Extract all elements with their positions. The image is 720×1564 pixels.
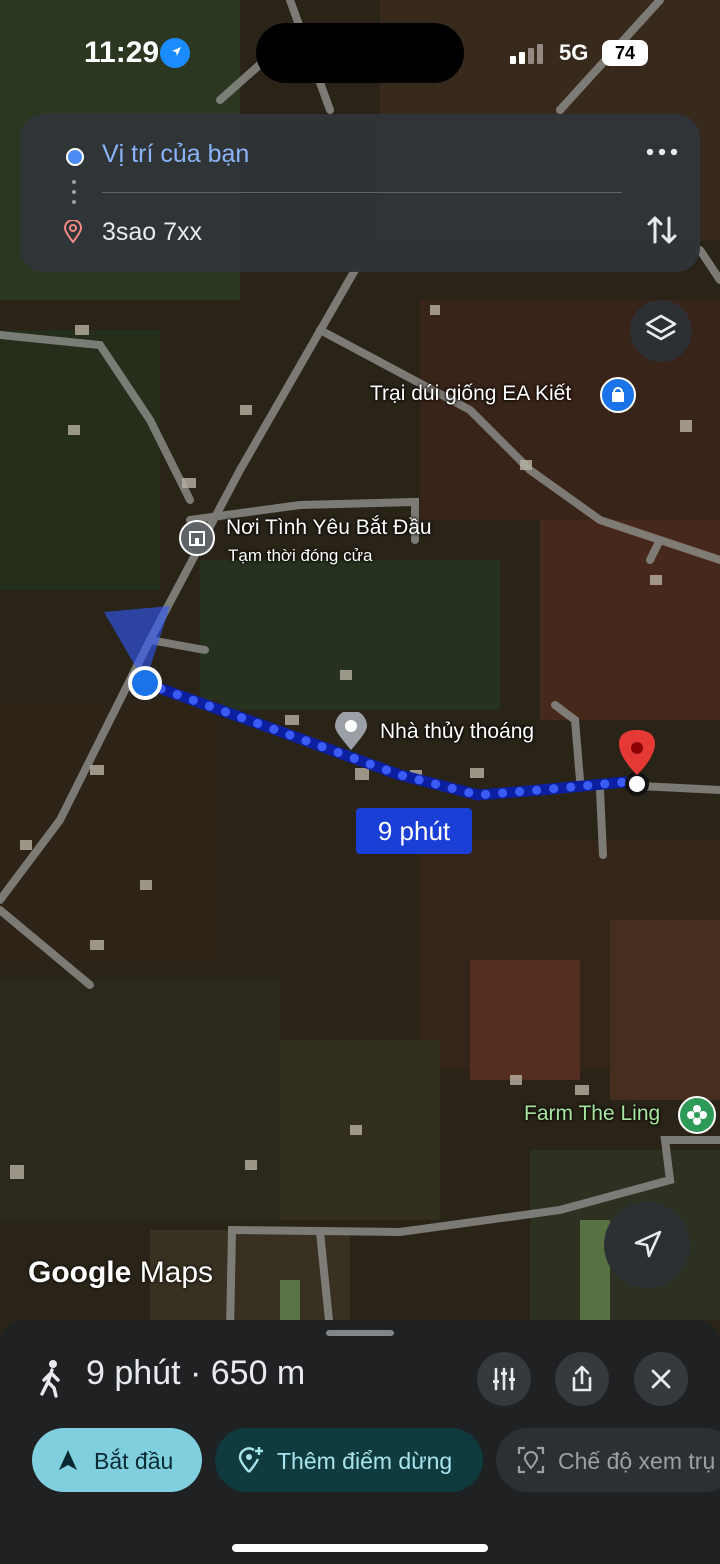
route-eta-badge: 9 phút xyxy=(356,808,472,854)
add-stop-icon xyxy=(238,1447,263,1473)
recenter-button[interactable] xyxy=(604,1202,690,1288)
route-summary: 9 phút · 650 m xyxy=(86,1354,306,1392)
google-maps-logo: Google Maps xyxy=(28,1256,213,1290)
dynamic-island xyxy=(256,23,464,83)
status-time: 11:29 xyxy=(84,36,160,69)
poi-label-noi-tinh-yeu[interactable]: Nơi Tình Yêu Bắt Đầu xyxy=(226,516,432,540)
layers-icon xyxy=(645,314,677,341)
start-button[interactable]: Bắt đầu xyxy=(32,1428,202,1492)
destination-pin-outline-icon xyxy=(63,219,83,249)
add-stop-label: Thêm điểm dừng xyxy=(277,1448,453,1474)
origin-field[interactable]: Vị trí của bạn xyxy=(102,140,249,169)
start-label: Bắt đầu xyxy=(94,1448,174,1474)
sheet-drag-handle[interactable] xyxy=(326,1330,394,1336)
battery-indicator: 74 xyxy=(602,40,648,66)
layers-button[interactable] xyxy=(630,300,692,362)
poi-status-closed: Tạm thời đóng cửa xyxy=(228,546,373,565)
poi-label-trai-dui[interactable]: Trại dúi giống EA Kiết xyxy=(370,382,571,406)
swap-icon[interactable] xyxy=(642,210,682,250)
shopping-bag-icon[interactable] xyxy=(600,377,636,413)
street-view-icon xyxy=(517,1446,545,1474)
navigation-arrow-icon xyxy=(59,1450,77,1470)
origin-dot-icon xyxy=(66,148,84,166)
destination-field[interactable]: 3sao 7xx xyxy=(102,218,202,247)
route-card: Vị trí của bạn 3sao 7xx xyxy=(20,114,700,272)
route-dots-icon xyxy=(72,180,76,210)
poi-label-farm-the-ling[interactable]: Farm The Ling xyxy=(524,1102,660,1126)
google-logo-text: Google xyxy=(28,1256,132,1289)
close-button[interactable] xyxy=(634,1352,688,1406)
more-options-icon[interactable] xyxy=(640,134,684,170)
status-bar: 11:29 5G 74 xyxy=(0,0,720,100)
building-icon[interactable] xyxy=(179,520,215,556)
view-mode-label: Chế độ xem trụ xyxy=(558,1448,716,1474)
navigation-arrow-icon xyxy=(634,1230,662,1258)
cellular-signal-icon xyxy=(510,44,546,64)
route-options-button[interactable] xyxy=(477,1352,531,1406)
map-pin-gray-icon[interactable] xyxy=(333,710,369,752)
poi-label-nha-thuy-thoang[interactable]: Nhà thủy thoáng xyxy=(380,720,534,744)
close-icon xyxy=(651,1369,671,1389)
home-indicator[interactable] xyxy=(232,1544,488,1552)
share-button[interactable] xyxy=(555,1352,609,1406)
network-type: 5G xyxy=(559,40,589,65)
view-mode-button[interactable]: Chế độ xem trụ xyxy=(496,1428,720,1492)
share-icon xyxy=(572,1365,592,1392)
location-services-icon xyxy=(160,38,190,68)
add-stop-button[interactable]: Thêm điểm dừng xyxy=(215,1428,483,1492)
maps-logo-text: Maps xyxy=(139,1256,214,1289)
directions-bottom-sheet: 9 phút · 650 m Bắt đầu Thêm điểm dừng Ch… xyxy=(0,1320,720,1564)
divider xyxy=(102,192,622,193)
flower-icon[interactable] xyxy=(678,1096,716,1134)
walking-icon xyxy=(36,1358,68,1403)
sliders-icon xyxy=(493,1367,515,1391)
